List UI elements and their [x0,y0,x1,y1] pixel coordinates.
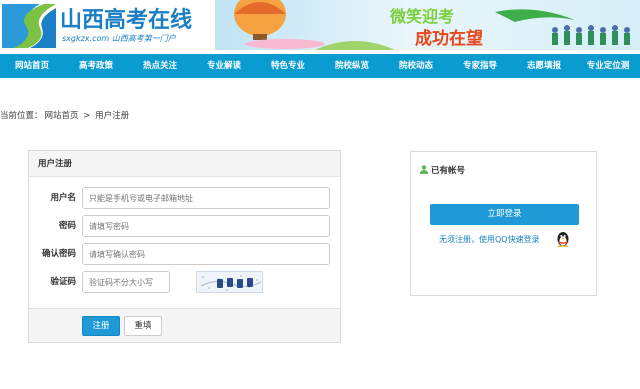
header-banner[interactable]: 微笑迎考 成功在望 [215,0,640,50]
nav-item-hot-topics[interactable]: 热点关注 [128,54,192,78]
site-logo[interactable]: 山西高考在线 sxgkzx.com 山西高考第一门户 [0,0,215,50]
banner-slogan-2: 成功在望 [415,29,483,49]
login-now-button[interactable]: 立即登录 [430,204,579,225]
site-header: 山西高考在线 sxgkzx.com 山西高考第一门户 微笑迎考 成功在望 [0,0,640,54]
nav-item-policy[interactable]: 高考政策 [64,54,128,78]
logo-subtitle: sxgkzx.com 山西高考第一门户 [62,34,176,43]
nav-item-major-guide[interactable]: 专业解读 [192,54,256,78]
nav-item-college-news[interactable]: 院校动态 [384,54,448,78]
user-icon [420,165,428,174]
breadcrumb-current: 用户注册 [95,111,130,121]
breadcrumb-separator: > [83,111,91,121]
username-label: 用户名 [50,193,76,203]
nav-item-featured-majors[interactable]: 特色专业 [256,54,320,78]
breadcrumb-prefix: 当前位置： [0,111,43,121]
login-title-row: 已有帐号 [420,164,465,176]
username-row: 用户名 [29,187,340,209]
password-input[interactable] [82,215,330,237]
nav-item-expert-advice[interactable]: 专家指导 [448,54,512,78]
register-submit-button[interactable]: 注册 [82,316,120,336]
confirm-password-row: 确认密码 [29,243,340,265]
nav-item-home[interactable]: 网站首页 [0,54,64,78]
qq-login-link[interactable]: 无须注册，使用QQ快速登录 [439,234,540,245]
logo-title: 山西高考在线 [60,8,193,33]
nav-item-application[interactable]: 志愿填报 [512,54,576,78]
captcha-image[interactable] [196,271,263,293]
logo-mark-icon [2,4,56,48]
register-footer: 注册 重填 [29,308,340,342]
login-panel: 已有帐号 立即登录 无须注册，使用QQ快速登录 [410,151,597,296]
main-nav: 网站首页 高考政策 热点关注 专业解读 特色专业 院校纵览 院校动态 专家指导 … [0,54,640,78]
login-title: 已有帐号 [431,166,466,176]
register-reset-button[interactable]: 重填 [124,316,162,336]
captcha-graphic-icon [200,275,262,291]
captcha-row: 验证码 [29,271,340,293]
register-title: 用户注册 [29,151,340,177]
nav-item-major-test[interactable]: 专业定位测 [576,54,640,78]
password-row: 密码 [29,215,340,237]
password-label: 密码 [58,221,76,231]
captcha-label: 验证码 [50,277,76,287]
register-panel: 用户注册 用户名 密码 确认密码 验证码 [28,150,341,343]
confirm-password-input[interactable] [82,243,330,265]
breadcrumb: 当前位置： 网站首页 > 用户注册 [0,109,131,121]
username-input[interactable] [82,187,330,209]
nav-item-colleges[interactable]: 院校纵览 [320,54,384,78]
captcha-input[interactable] [82,271,170,293]
qq-penguin-icon[interactable] [556,231,570,247]
breadcrumb-home-link[interactable]: 网站首页 [45,111,79,121]
confirm-password-label: 确认密码 [41,249,76,259]
